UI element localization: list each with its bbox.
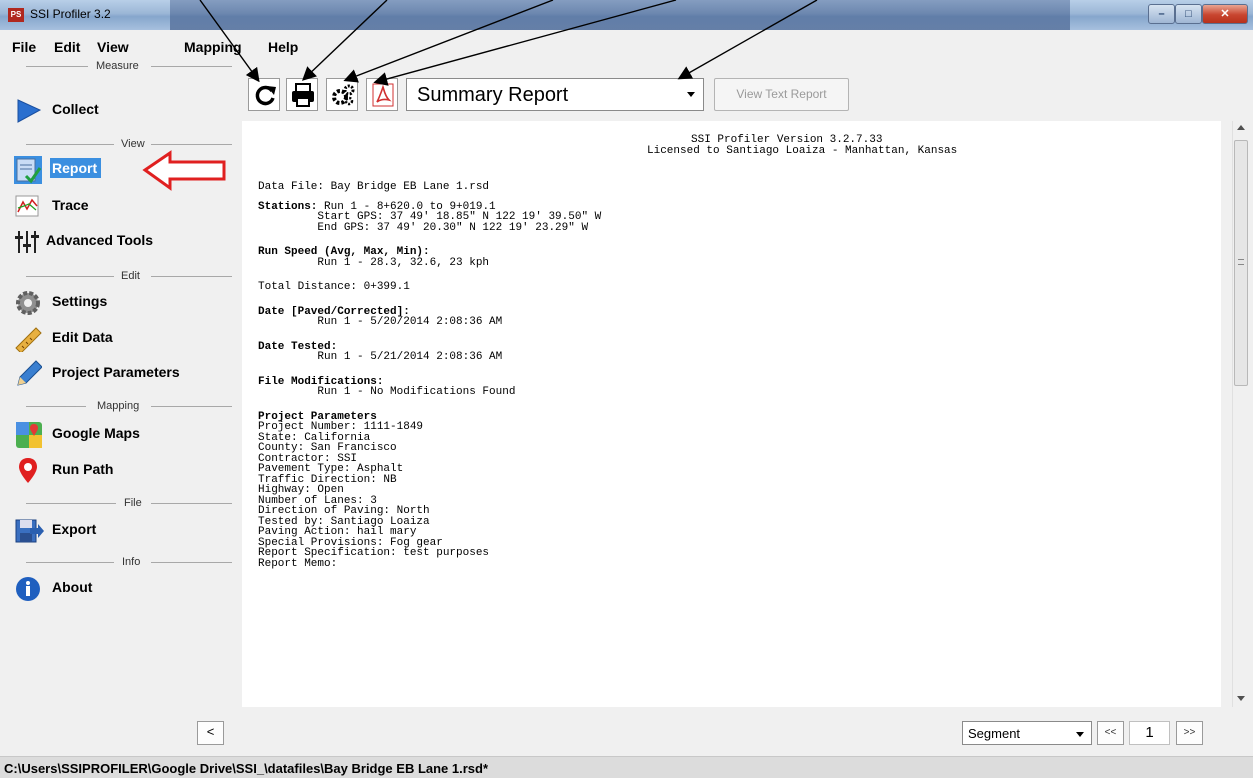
report-project-param-line: County: San Francisco <box>258 442 397 454</box>
trace-icon <box>14 192 42 220</box>
menu-mapping[interactable]: Mapping <box>184 39 242 55</box>
sidebar-item-report[interactable]: Report <box>14 154 224 184</box>
report-run-speed-label: Run Speed (Avg, Max, Min): <box>258 246 430 258</box>
report-project-param-line: Traffic Direction: NB <box>258 473 397 486</box>
report-type-select[interactable]: Summary Report <box>406 78 704 111</box>
view-text-report-button[interactable]: View Text Report <box>714 78 849 111</box>
chevron-down-icon <box>687 92 695 97</box>
refresh-button[interactable] <box>248 78 280 111</box>
scroll-thumb[interactable] <box>1234 140 1248 386</box>
menu-help[interactable]: Help <box>268 39 298 55</box>
page-number-input[interactable]: 1 <box>1129 721 1170 745</box>
segment-select[interactable]: Segment <box>962 721 1092 745</box>
sidebar: Measure Collect View Report Trace Advanc… <box>0 60 235 750</box>
close-button[interactable]: ✕ <box>1202 4 1248 24</box>
menu-edit[interactable]: Edit <box>54 39 80 55</box>
sidebar-item-run-path[interactable]: Run Path <box>14 454 224 484</box>
collapse-sidebar-button[interactable]: < <box>197 721 224 745</box>
report-project-param-line: Report Memo: <box>258 557 338 570</box>
sidebar-item-settings[interactable]: Settings <box>14 286 224 316</box>
sidebar-item-collect[interactable]: Collect <box>14 94 224 124</box>
export-icon <box>14 516 44 544</box>
sidebar-item-project-parameters[interactable]: Project Parameters <box>14 357 224 387</box>
report-end-gps: End GPS: 37 49' 20.30" N 122 19' 23.29" … <box>258 221 589 234</box>
menu-view[interactable]: View <box>97 39 129 55</box>
report-total-distance: Total Distance: 0+399.1 <box>258 281 410 293</box>
report-run-speed-value: Run 1 - 28.3, 32.6, 23 kph <box>258 256 490 269</box>
report-date-paved-value: Run 1 - 5/20/2014 2:08:36 AM <box>258 316 503 328</box>
report-project-param-line: Project Number: 1111-1849 <box>258 421 424 433</box>
gear-icon <box>14 288 42 316</box>
advanced-tools-icon <box>14 227 42 255</box>
app-icon: PS <box>8 8 24 22</box>
sidebar-item-google-maps[interactable]: Google Maps <box>14 418 224 448</box>
minimize-button[interactable]: – <box>1148 4 1175 24</box>
section-header-measure: Measure <box>26 60 232 72</box>
status-bar: C:\Users\SSIPROFILER\Google Drive\SSI_\d… <box>0 756 1253 778</box>
report-start-gps: Start GPS: 37 49' 18.85" N 122 19' 39.50… <box>258 211 602 223</box>
report-scrollbar[interactable] <box>1232 121 1249 707</box>
previous-page-button[interactable]: << <box>1097 721 1124 745</box>
settings-button[interactable] <box>326 78 358 111</box>
section-header-file: File <box>26 497 232 509</box>
menu-bar: File Edit View Mapping Help <box>0 35 700 59</box>
next-page-button[interactable]: >> <box>1176 721 1203 745</box>
report-project-param-line: Pavement Type: Asphalt <box>258 463 404 475</box>
report-project-param-line: Paving Action: hail mary <box>258 526 417 538</box>
status-file-path: C:\Users\SSIPROFILER\Google Drive\SSI_\d… <box>4 761 489 776</box>
print-button[interactable] <box>286 78 318 111</box>
pencil-icon <box>14 359 43 387</box>
report-project-param-line: Direction of Paving: North <box>258 505 430 517</box>
report-header-version: SSI Profiler Version 3.2.7.33 <box>691 134 883 146</box>
chevron-down-icon <box>1076 732 1084 737</box>
title-bar: PS SSI Profiler 3.2 – □ ✕ <box>0 0 1253 30</box>
menu-file[interactable]: File <box>12 39 36 55</box>
section-header-edit: Edit <box>26 270 232 282</box>
report-text: SSI Profiler Version 3.2.7.33 Licensed to… <box>258 121 957 569</box>
map-pin-icon <box>14 456 42 484</box>
info-icon <box>14 574 42 602</box>
sidebar-item-export[interactable]: Export <box>14 514 224 544</box>
scroll-down-arrow-icon[interactable] <box>1237 696 1245 701</box>
play-icon <box>14 96 42 124</box>
window-title: SSI Profiler 3.2 <box>30 7 111 21</box>
report-icon <box>14 156 42 184</box>
report-header-license: Licensed to Santiago Loaiza - Manhattan,… <box>647 144 958 157</box>
report-file-mod-value: Run 1 - No Modifications Found <box>258 386 516 398</box>
pdf-export-button[interactable] <box>366 78 398 111</box>
report-view[interactable]: SSI Profiler Version 3.2.7.33 Licensed to… <box>242 121 1221 707</box>
section-header-info: Info <box>26 556 232 568</box>
report-data-file: Data File: Bay Bridge EB Lane 1.rsd <box>258 181 490 193</box>
ruler-icon <box>14 324 42 354</box>
app-window: PS SSI Profiler 3.2 – □ ✕ File Edit View… <box>0 0 1253 778</box>
google-maps-icon <box>14 420 42 448</box>
section-header-mapping: Mapping <box>26 400 232 412</box>
sidebar-item-edit-data[interactable]: Edit Data <box>14 322 224 354</box>
maximize-button[interactable]: □ <box>1175 4 1202 24</box>
report-project-param-line: Highway: Open <box>258 484 344 496</box>
sidebar-item-about[interactable]: About <box>14 572 224 602</box>
report-project-param-line: Report Specification: test purposes <box>258 547 490 559</box>
section-header-view: View <box>26 138 232 150</box>
report-date-tested-value: Run 1 - 5/21/2014 2:08:36 AM <box>258 351 503 363</box>
sidebar-item-advanced-tools[interactable]: Advanced Tools <box>14 225 224 255</box>
sidebar-item-trace[interactable]: Trace <box>14 190 224 220</box>
scroll-up-arrow-icon[interactable] <box>1237 125 1245 130</box>
